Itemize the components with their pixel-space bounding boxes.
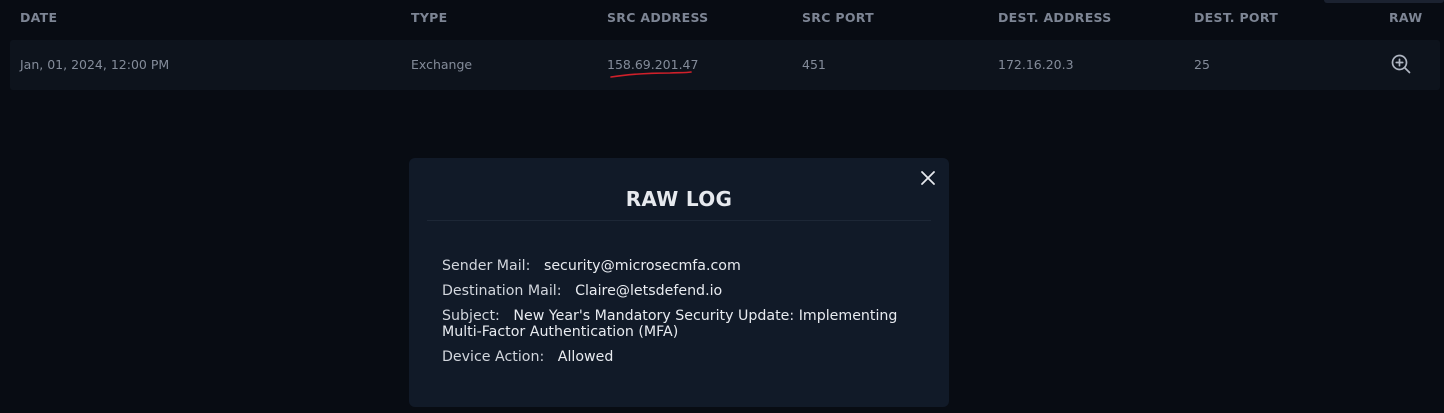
red-underline-annotation — [610, 71, 692, 78]
sender-mail-value: security@microsecmfa.com — [543, 258, 741, 274]
cell-dest-port: 25 — [1194, 57, 1210, 72]
device-action-label: Device Action: — [442, 349, 545, 365]
header-dest-address[interactable]: DEST. ADDRESS — [998, 10, 1112, 25]
header-type[interactable]: TYPE — [411, 10, 447, 25]
subject-label: Subject: — [442, 308, 500, 324]
raw-log-fields: Sender Mail: security@microsecmfa.com De… — [442, 258, 912, 374]
cell-type: Exchange — [411, 57, 473, 72]
raw-log-modal: RAW LOG Sender Mail: security@microsecmf… — [409, 158, 949, 407]
field-device-action: Device Action: Allowed — [442, 349, 912, 365]
table-header-row: DATE TYPE SRC ADDRESS SRC PORT DEST. ADD… — [10, 0, 1440, 36]
device-action-value: Allowed — [557, 349, 614, 365]
field-destination-mail: Destination Mail: Claire@letsdefend.io — [442, 283, 912, 299]
table-row[interactable]: Jan, 01, 2024, 12:00 PM Exchange 158.69.… — [10, 40, 1440, 90]
destination-mail-label: Destination Mail: — [442, 283, 562, 299]
field-subject: Subject: New Year's Mandatory Security U… — [442, 308, 912, 340]
cell-src-port: 451 — [802, 57, 826, 72]
header-raw: RAW — [1389, 10, 1423, 25]
cell-dest-address: 172.16.20.3 — [998, 57, 1074, 72]
zoom-in-icon[interactable] — [1389, 52, 1413, 76]
destination-mail-value: Claire@letsdefend.io — [575, 283, 723, 299]
modal-title: RAW LOG — [625, 187, 733, 211]
cell-date: Jan, 01, 2024, 12:00 PM — [20, 57, 170, 72]
header-src-port[interactable]: SRC PORT — [802, 10, 874, 25]
log-management-page: DATE TYPE SRC ADDRESS SRC PORT DEST. ADD… — [0, 0, 1444, 413]
log-table: DATE TYPE SRC ADDRESS SRC PORT DEST. ADD… — [10, 0, 1440, 90]
header-date[interactable]: DATE — [20, 10, 57, 25]
close-icon[interactable] — [917, 167, 939, 189]
subject-value: New Year's Mandatory Security Update: Im… — [442, 308, 898, 340]
modal-divider — [427, 220, 931, 221]
header-src-address[interactable]: SRC ADDRESS — [607, 10, 709, 25]
header-dest-port[interactable]: DEST. PORT — [1194, 10, 1278, 25]
sender-mail-label: Sender Mail: — [442, 258, 531, 274]
field-sender-mail: Sender Mail: security@microsecmfa.com — [442, 258, 912, 274]
